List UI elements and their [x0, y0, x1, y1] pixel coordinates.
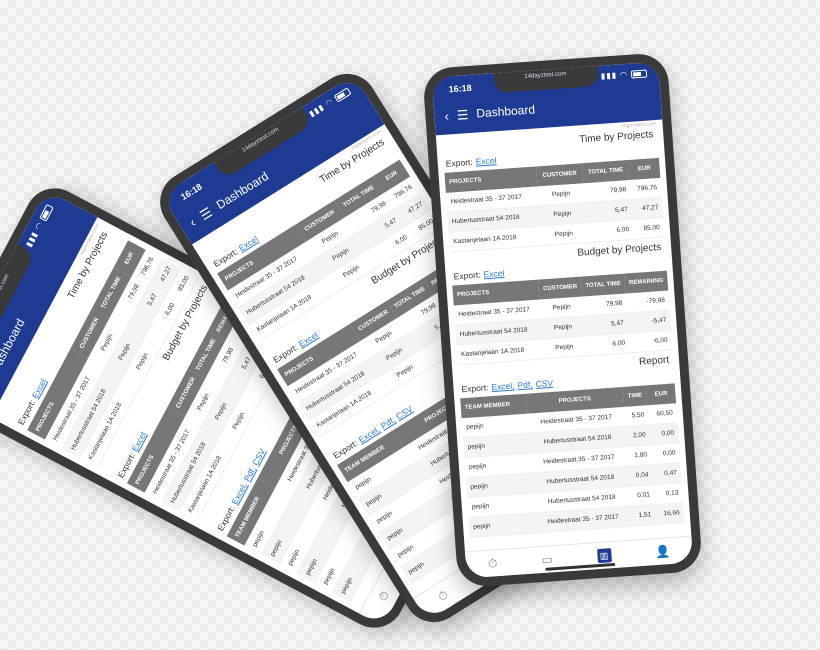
table-cell: 16,66: [654, 502, 685, 525]
table-cell: 6,00: [585, 219, 634, 243]
user-icon[interactable]: 👤: [655, 544, 671, 559]
section-report: ReportExport:Excel,Pdf,CSVTEAM MEMBERPRO…: [458, 354, 685, 538]
table-cell: 0,01: [629, 484, 655, 507]
page-title: Dashboard: [475, 102, 536, 121]
data-table: TEAM MEMBERPROJECTSTIMEEURpepijnHeidestr…: [460, 383, 685, 538]
table-cell: Pepijn: [542, 335, 587, 359]
export-link-0[interactable]: Excel: [475, 155, 496, 166]
table-cell: pepijn: [468, 512, 536, 538]
table-cell: 5,50: [623, 405, 649, 427]
table-cell: 60,50: [647, 403, 678, 425]
table-cell: 6,00: [584, 332, 630, 356]
table-cell: 47,27: [630, 197, 664, 220]
table-cell: 85,00: [632, 217, 665, 240]
stopwatch-icon[interactable]: ⏱: [487, 556, 497, 572]
table-cell: Pepijn: [540, 222, 588, 246]
export-link-2[interactable]: CSV: [535, 378, 553, 389]
column-header[interactable]: TIME: [622, 385, 648, 407]
table-cell: 0,47: [651, 462, 682, 485]
bottom-tab-bar: ⏱ ▭ ▥ 👤: [464, 535, 694, 579]
table-cell: 0,00: [650, 442, 681, 465]
column-header[interactable]: EUR: [628, 157, 661, 180]
column-header[interactable]: EUR: [646, 383, 677, 406]
table-cell: 0,00: [648, 422, 679, 445]
menu-icon[interactable]: ☰: [456, 107, 469, 123]
back-icon[interactable]: ‹: [444, 108, 449, 123]
export-link-0[interactable]: Excel: [483, 268, 504, 279]
dashboard-content: Highcharts.com Time by ProjectsExport:Ex…: [436, 121, 691, 539]
table-cell: 2,00: [625, 424, 651, 447]
data-table: PROJECTS CUSTOMER TOTAL TIME EUR Heidestraat…: [444, 157, 665, 253]
table-cell: 796,76: [629, 177, 662, 200]
table-cell: 1,51: [630, 504, 656, 527]
table-cell: 0,13: [653, 482, 684, 505]
export-label: Export:: [445, 156, 474, 169]
table-cell: -6,00: [628, 329, 673, 353]
stopwatch-icon[interactable]: ⏱: [435, 587, 451, 605]
export-link-0[interactable]: Excel,: [491, 381, 515, 393]
phone-mockup-front: 14dayztest.com 16:18 ▮▮▮ ◠ ‹ ☰ Dashboard…: [422, 52, 703, 588]
table-cell: 0,04: [627, 464, 654, 487]
bar-chart-icon[interactable]: ▥: [596, 548, 612, 564]
message-icon[interactable]: ▭: [541, 552, 553, 567]
export-label: Export:: [453, 269, 481, 282]
phone-screen: 14dayztest.com 16:18 ▮▮▮ ◠ ‹ ☰ Dashboard…: [431, 61, 694, 579]
table-cell: 1,80: [626, 444, 652, 467]
data-table: PROJECTSCUSTOMERTOTAL TIMEREMAININGHeide…: [452, 270, 673, 366]
back-icon[interactable]: ‹: [186, 214, 198, 229]
export-label: Export:: [461, 382, 489, 395]
section-time-by-projects: Time by ProjectsExport:ExcelPROJECTSCUST…: [442, 129, 665, 253]
menu-icon[interactable]: ☰: [197, 204, 215, 223]
stopwatch-icon[interactable]: ⏱: [375, 589, 393, 604]
export-link-1[interactable]: Pdf,: [517, 379, 533, 390]
section-budget-by-projects: Budget by ProjectsExport:ExcelPROJECTSCU…: [450, 242, 673, 366]
